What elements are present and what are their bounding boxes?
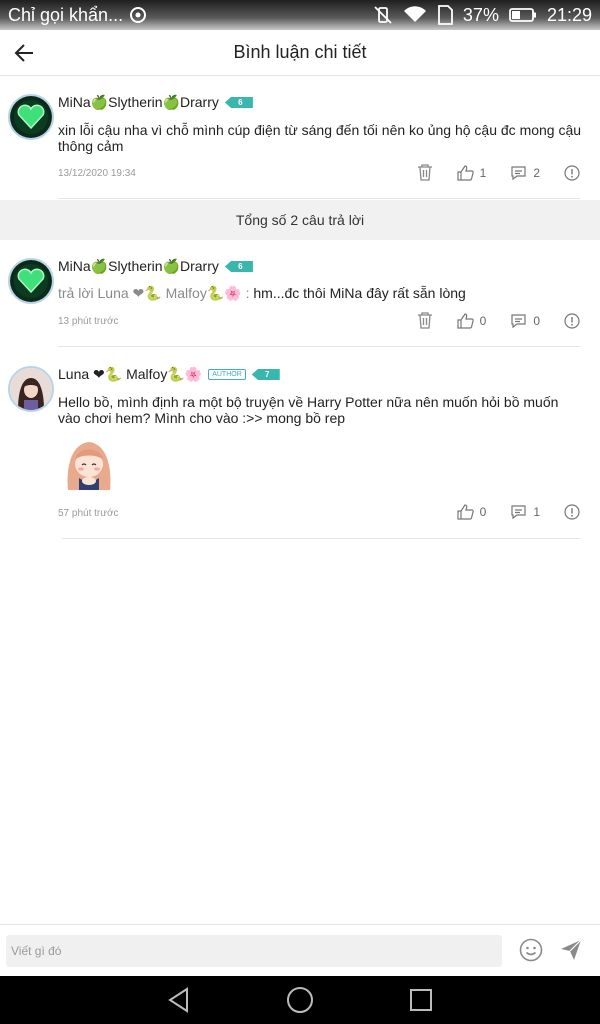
reply-button[interactable]: 1 xyxy=(510,504,540,520)
comment-actions: 1 2 xyxy=(393,164,580,181)
trash-icon xyxy=(417,164,433,181)
vibrate-icon xyxy=(373,5,393,25)
avatar[interactable] xyxy=(10,260,52,302)
clock: 21:29 xyxy=(546,4,592,25)
comment-input[interactable] xyxy=(6,935,502,967)
avatar[interactable] xyxy=(10,368,52,410)
notification-text: Chỉ gọi khẩn... xyxy=(8,4,124,25)
reply-count: 0 xyxy=(533,313,540,328)
reply-count: 1 xyxy=(533,505,540,519)
reply-timestamp: 57 phút trước xyxy=(58,508,119,519)
delete-button[interactable] xyxy=(417,164,433,181)
like-count: 0 xyxy=(479,313,487,328)
reply-timestamp: 13 phút trước xyxy=(58,316,119,327)
comment-icon xyxy=(510,313,527,329)
battery-icon xyxy=(509,7,537,23)
level-badge: 6 xyxy=(224,261,253,272)
divider xyxy=(58,198,580,199)
system-nav-bar xyxy=(0,976,600,1024)
wifi-icon xyxy=(403,6,427,24)
back-arrow-icon[interactable] xyxy=(12,40,38,66)
comment-composer xyxy=(0,924,600,976)
status-bar: Chỉ gọi khẩn... 37% 21:29 xyxy=(0,0,600,30)
info-circle-icon xyxy=(564,164,580,181)
nav-recents-icon[interactable] xyxy=(409,988,433,1012)
nav-home-icon[interactable] xyxy=(286,986,314,1014)
battery-percent: 37% xyxy=(462,4,499,25)
trash-icon xyxy=(417,312,433,329)
reply-button[interactable]: 2 xyxy=(510,165,540,181)
voicemail-icon xyxy=(129,6,147,24)
thumbs-up-icon xyxy=(457,164,474,181)
reply-author-line: Luna ❤🐍 Malfoy🐍🌸 AUTHOR 7 xyxy=(58,366,280,383)
report-button[interactable] xyxy=(564,312,580,329)
reply-author[interactable]: Luna ❤🐍 Malfoy🐍🌸 xyxy=(58,366,202,383)
divider xyxy=(58,346,580,347)
level-badge: 6 xyxy=(224,97,253,108)
nav-back-icon[interactable] xyxy=(167,987,191,1013)
comment-author[interactable]: MiNa🍏Slytherin🍏Drarry xyxy=(58,94,219,111)
page-title: Bình luận chi tiết xyxy=(233,42,367,62)
report-button[interactable] xyxy=(564,164,580,181)
avatar[interactable] xyxy=(10,96,52,138)
reply-item: MiNa🍏Slytherin🍏Drarry 6 trả lời Luna ❤🐍 … xyxy=(0,240,600,350)
author-tag-badge: AUTHOR xyxy=(208,369,246,380)
sim-icon xyxy=(437,5,453,25)
send-icon[interactable] xyxy=(559,938,583,967)
like-count: 1 xyxy=(479,165,487,180)
thumbs-up-icon xyxy=(457,312,474,329)
reply-item: Luna ❤🐍 Malfoy🐍🌸 AUTHOR 7 Hello bồ, mình… xyxy=(0,350,600,540)
reply-button[interactable]: 0 xyxy=(510,313,540,329)
like-button[interactable]: 0 xyxy=(457,504,487,520)
thumbs-up-icon xyxy=(457,504,474,520)
app-bar: Bình luận chi tiết xyxy=(0,30,600,76)
main-comment: MiNa🍏Slytherin🍏Drarry 6 xin lỗi cậu nha … xyxy=(0,76,600,200)
smiley-icon[interactable] xyxy=(519,938,543,967)
reply-text: hm...đc thôi MiNa đây rất sẵn lòng xyxy=(249,285,466,301)
comment-text: xin lỗi cậu nha vì chỗ mình cúp điện từ … xyxy=(58,122,582,154)
reply-text: Hello bồ, mình định ra một bộ truyện về … xyxy=(58,394,559,426)
reply-actions: 0 0 xyxy=(393,312,580,329)
reply-actions: 0 1 xyxy=(433,504,580,520)
delete-button[interactable] xyxy=(417,312,433,329)
reply-to-label[interactable]: trả lời Luna ❤🐍 Malfoy🐍🌸 : xyxy=(58,285,249,301)
reply-author-line: MiNa🍏Slytherin🍏Drarry 6 xyxy=(58,258,253,275)
info-circle-icon xyxy=(564,312,580,329)
like-button[interactable]: 1 xyxy=(457,164,487,181)
level-badge: 7 xyxy=(251,369,280,380)
report-button[interactable] xyxy=(564,504,580,520)
reply-author[interactable]: MiNa🍏Slytherin🍏Drarry xyxy=(58,258,219,275)
like-button[interactable]: 0 xyxy=(457,312,487,329)
replies-summary: Tổng số 2 câu trả lời xyxy=(0,200,600,240)
replies-summary-label: Tổng số 2 câu trả lời xyxy=(235,212,365,228)
comment-icon xyxy=(510,504,527,520)
reply-count: 2 xyxy=(533,165,540,180)
sticker-image[interactable] xyxy=(60,434,118,490)
comment-author-line: MiNa🍏Slytherin🍏Drarry 6 xyxy=(58,94,253,111)
info-circle-icon xyxy=(564,504,580,520)
comment-icon xyxy=(510,165,527,181)
like-count: 0 xyxy=(479,505,487,519)
reply-text-line: trả lời Luna ❤🐍 Malfoy🐍🌸 : hm...đc thôi … xyxy=(58,285,583,301)
divider xyxy=(62,538,580,539)
comment-timestamp: 13/12/2020 19:34 xyxy=(58,168,136,179)
